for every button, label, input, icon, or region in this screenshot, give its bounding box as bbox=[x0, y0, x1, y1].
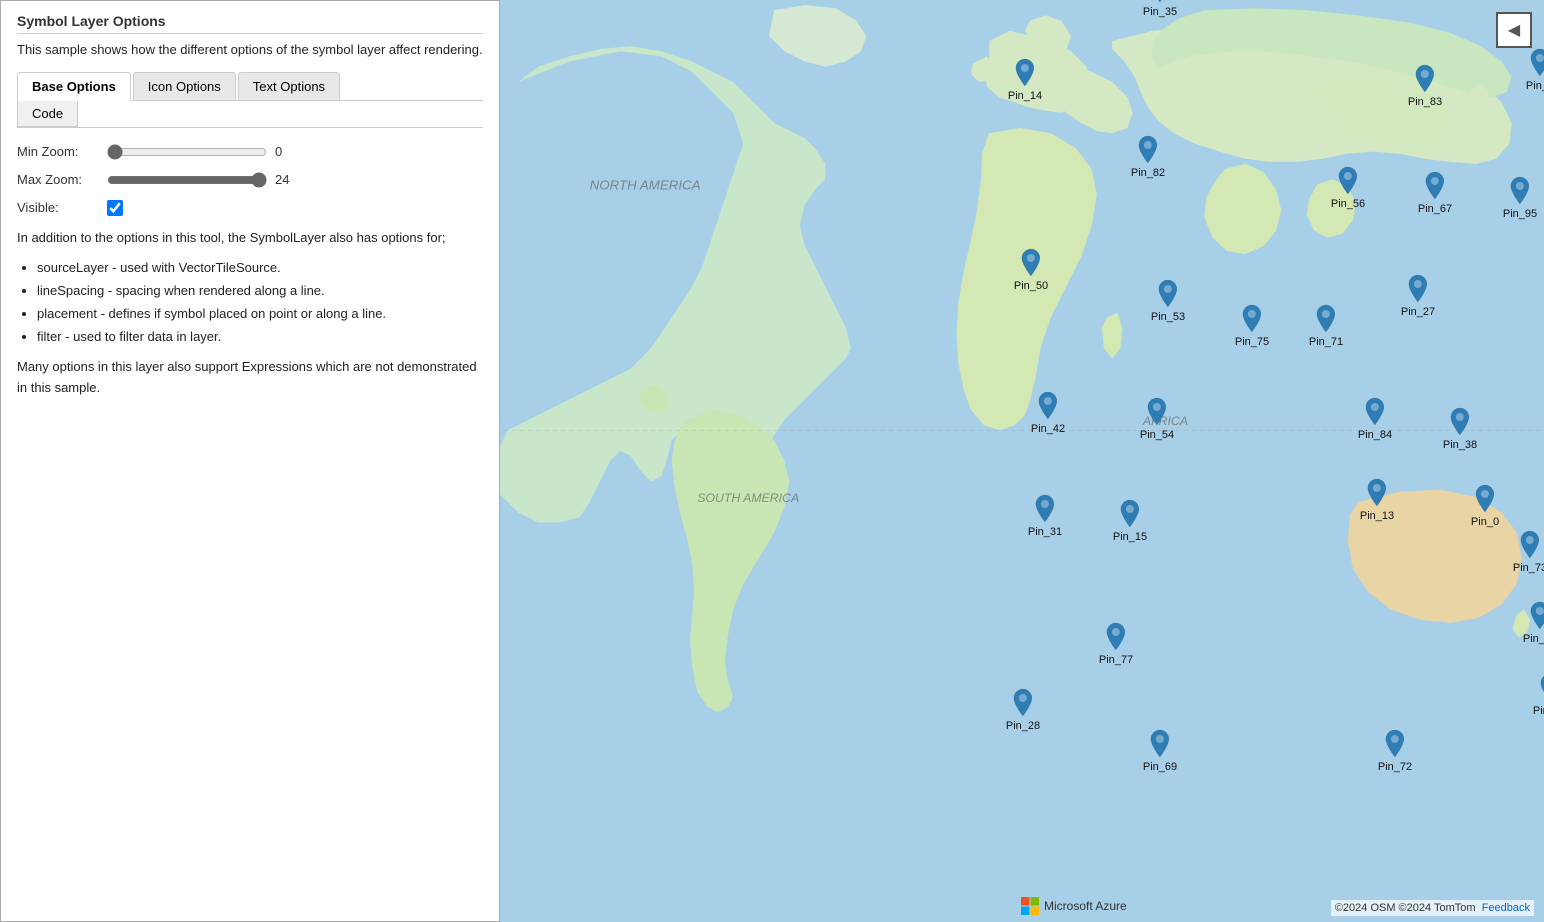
info-text-2: Many options in this layer also support … bbox=[17, 357, 483, 399]
svg-text:AFRICA: AFRICA bbox=[1142, 414, 1188, 428]
map-svg: NORTH AMERICA SOUTH AMERICA AFRICA bbox=[500, 0, 1544, 922]
visible-label: Visible: bbox=[17, 200, 107, 215]
ms-azure-badge: Microsoft Azure bbox=[1020, 896, 1127, 916]
bullet-list: sourceLayer - used with VectorTileSource… bbox=[37, 258, 483, 347]
tab-text-options[interactable]: Text Options bbox=[238, 72, 340, 100]
bullet-item-1: lineSpacing - spacing when rendered alon… bbox=[37, 281, 483, 302]
tab-base-options[interactable]: Base Options bbox=[17, 72, 131, 101]
max-zoom-slider[interactable] bbox=[107, 172, 267, 188]
min-zoom-slider-container: 0 bbox=[107, 144, 299, 160]
bullet-item-0: sourceLayer - used with VectorTileSource… bbox=[37, 258, 483, 279]
map-container[interactable]: NORTH AMERICA SOUTH AMERICA AFRICA Pin_3… bbox=[500, 0, 1544, 922]
max-zoom-slider-container: 24 bbox=[107, 172, 299, 188]
chevron-left-icon: ◀ bbox=[1508, 20, 1520, 40]
min-zoom-label: Min Zoom: bbox=[17, 144, 107, 159]
bullet-item-2: placement - defines if symbol placed on … bbox=[37, 304, 483, 325]
svg-text:NORTH AMERICA: NORTH AMERICA bbox=[590, 178, 701, 193]
info-text-1: In addition to the options in this tool,… bbox=[17, 228, 483, 249]
feedback-link[interactable]: Feedback bbox=[1482, 902, 1530, 914]
microsoft-logo-icon bbox=[1020, 896, 1040, 916]
min-zoom-slider[interactable] bbox=[107, 144, 267, 160]
tab-icon-options[interactable]: Icon Options bbox=[133, 72, 236, 100]
attribution-text: ©2024 OSM ©2024 TomTom bbox=[1335, 902, 1476, 914]
tabs-row: Base Options Icon Options Text Options bbox=[17, 72, 483, 101]
map-back-button[interactable]: ◀ bbox=[1496, 12, 1532, 48]
min-zoom-row: Min Zoom: 0 bbox=[17, 144, 483, 160]
bullet-item-3: filter - used to filter data in layer. bbox=[37, 327, 483, 348]
visible-checkbox[interactable] bbox=[107, 200, 123, 216]
sub-tab-code[interactable]: Code bbox=[17, 101, 78, 127]
panel-description: This sample shows how the different opti… bbox=[17, 40, 483, 60]
visible-row: Visible: bbox=[17, 200, 483, 216]
max-zoom-label: Max Zoom: bbox=[17, 172, 107, 187]
left-panel: Symbol Layer Options This sample shows h… bbox=[0, 0, 500, 922]
sub-tabs-row: Code bbox=[17, 101, 483, 128]
ms-azure-label: Microsoft Azure bbox=[1044, 899, 1127, 913]
max-zoom-value: 24 bbox=[275, 172, 299, 187]
max-zoom-row: Max Zoom: 24 bbox=[17, 172, 483, 188]
panel-title: Symbol Layer Options bbox=[17, 13, 483, 34]
min-zoom-value: 0 bbox=[275, 144, 299, 159]
map-attribution: ©2024 OSM ©2024 TomTom Feedback bbox=[1331, 900, 1534, 916]
svg-text:SOUTH AMERICA: SOUTH AMERICA bbox=[697, 491, 799, 505]
